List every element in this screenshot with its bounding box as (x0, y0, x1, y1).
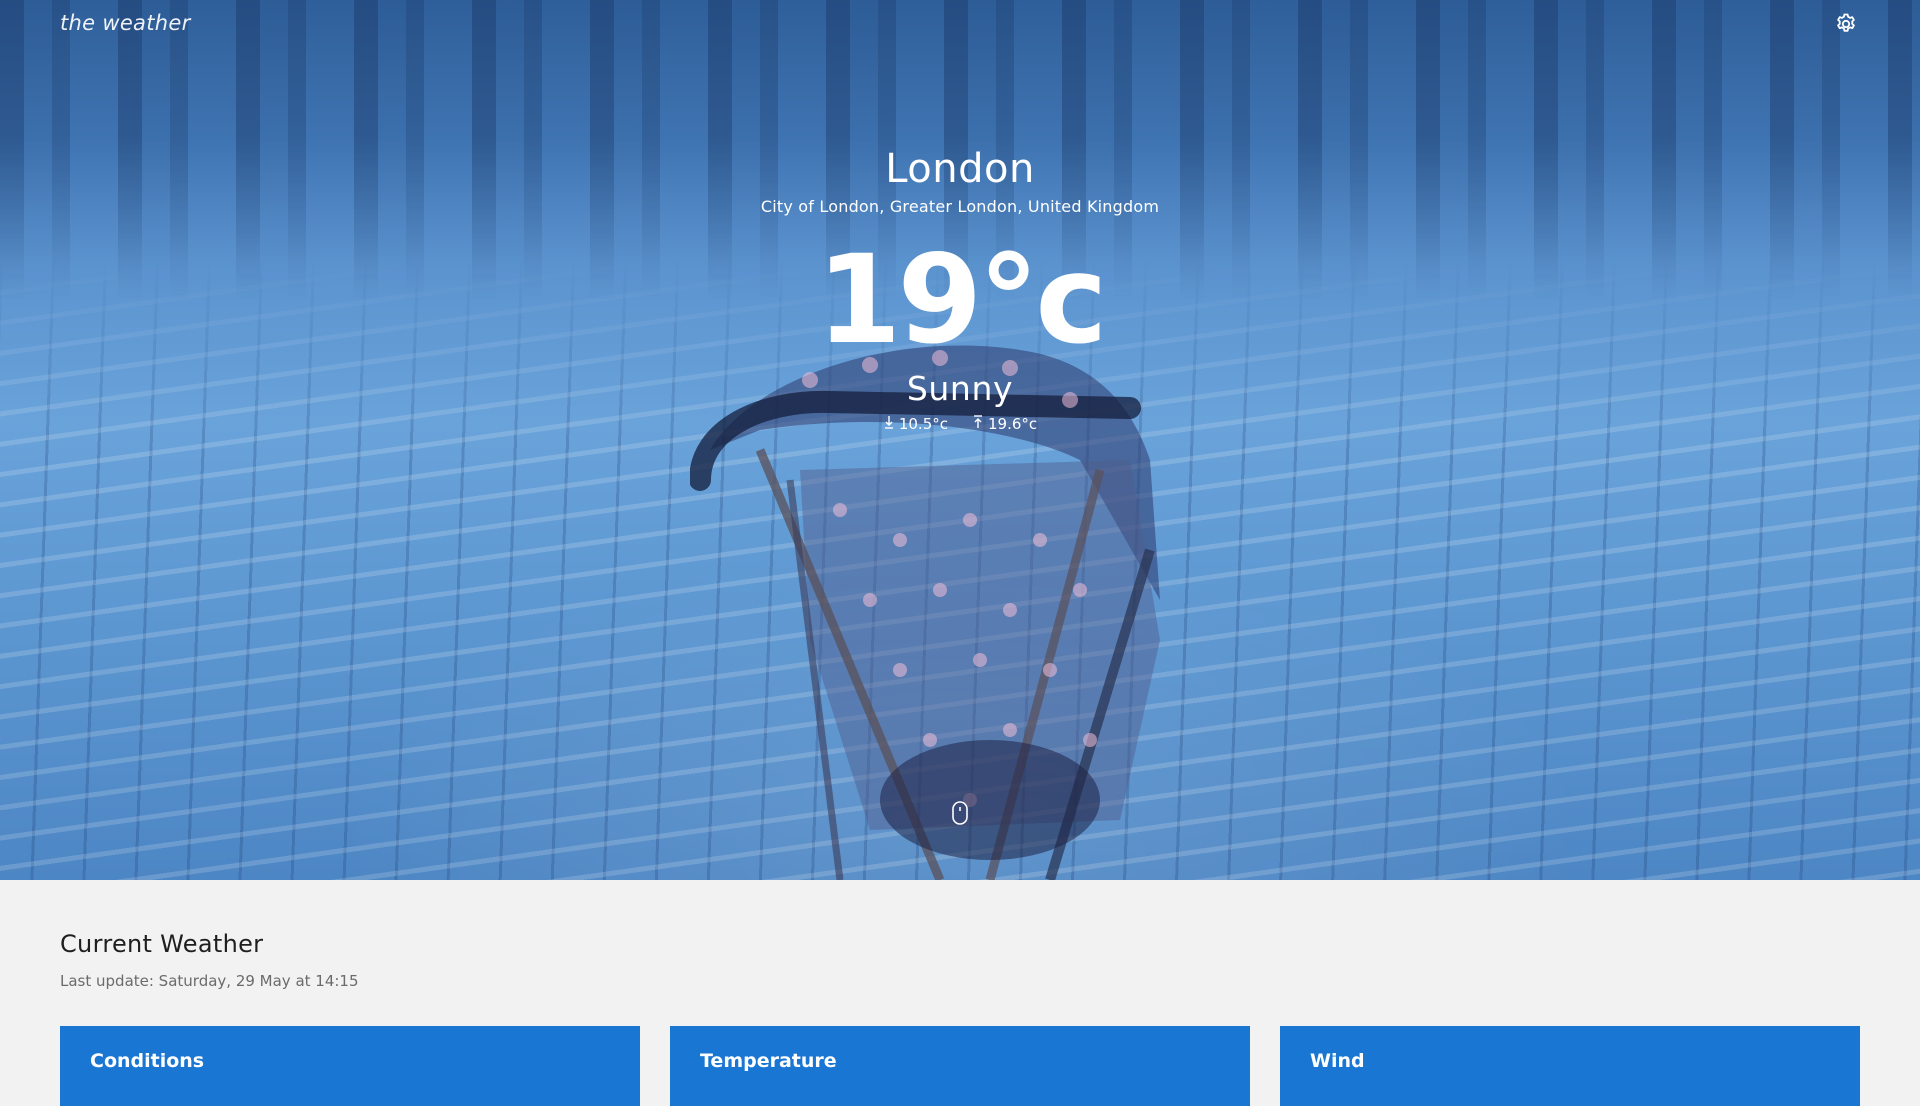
scroll-down-button[interactable] (951, 800, 969, 826)
max-temperature-value: 19.6°c (988, 415, 1038, 433)
min-temperature: 10.5°c (883, 415, 948, 433)
card-title: Temperature (700, 1050, 837, 1072)
gear-icon (1834, 12, 1858, 40)
card-title: Wind (1310, 1050, 1365, 1072)
wind-card[interactable]: Wind (1280, 1026, 1860, 1106)
card-title: Conditions (90, 1050, 205, 1072)
arrow-up-from-line-icon (972, 415, 984, 433)
max-temperature: 19.6°c (972, 415, 1037, 433)
current-weather-section: Current Weather Last update: Saturday, 2… (0, 880, 1920, 1106)
region-name: City of London, Greater London, United K… (760, 197, 1160, 216)
hero-background: the weather London City of London, Great… (0, 0, 1920, 880)
current-temperature: 19°c (816, 229, 1107, 371)
section-title: Current Weather (60, 930, 264, 958)
city-name: London (885, 146, 1035, 192)
mouse-icon (951, 801, 969, 830)
app-brand[interactable]: the weather (60, 11, 191, 35)
temperature-card[interactable]: Temperature (670, 1026, 1250, 1106)
conditions-card[interactable]: Conditions (60, 1026, 640, 1106)
arrow-down-to-line-icon (883, 415, 895, 433)
weather-condition: Sunny (906, 369, 1014, 408)
last-update-text: Last update: Saturday, 29 May at 14:15 (60, 972, 359, 990)
settings-button[interactable] (1832, 12, 1860, 40)
min-temperature-value: 10.5°c (898, 415, 948, 433)
min-max-temperatures: 10.5°c 19.6°c (0, 415, 1920, 433)
